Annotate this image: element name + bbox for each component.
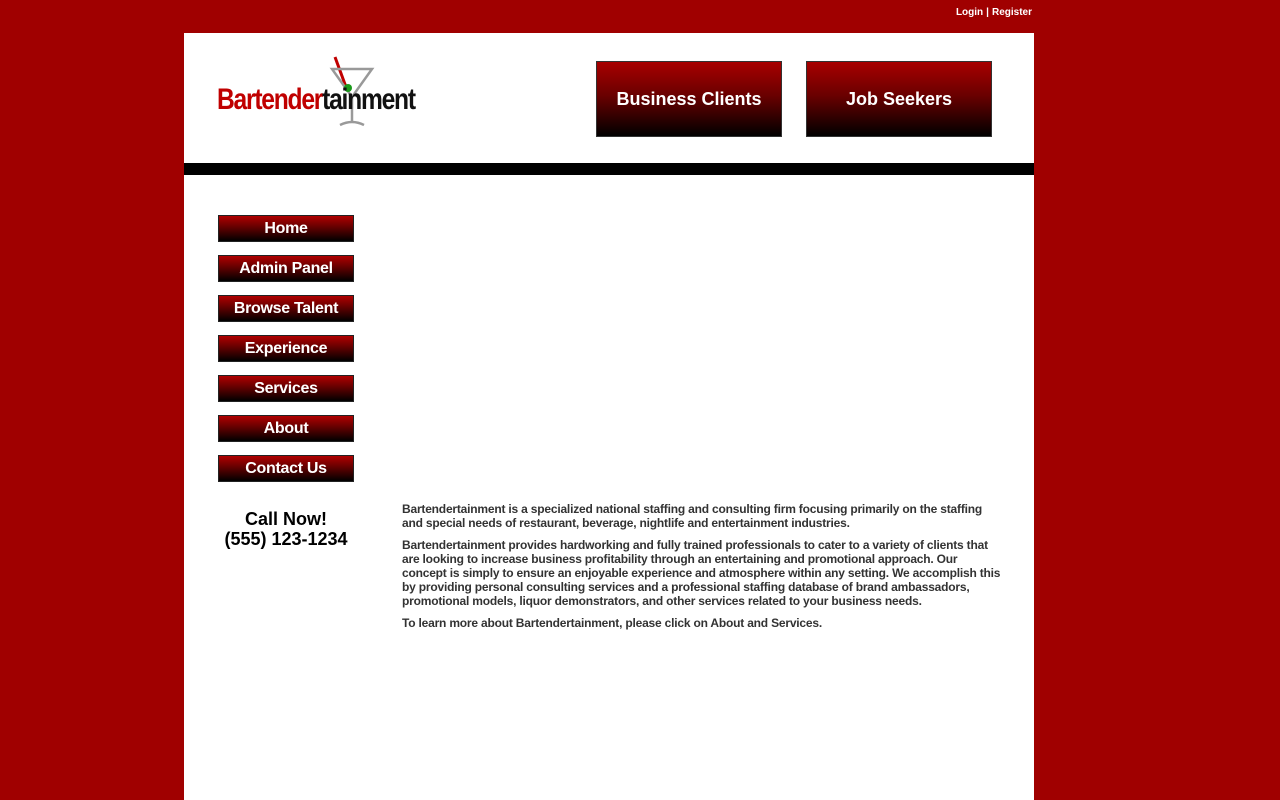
nav-experience[interactable]: Experience (218, 335, 354, 362)
link-separator: | (986, 7, 989, 18)
nav-browse-talent[interactable]: Browse Talent (218, 295, 354, 322)
call-now: Call Now! (555) 123-1234 (218, 509, 354, 549)
nav-contact-us[interactable]: Contact Us (218, 455, 354, 482)
register-link[interactable]: Register (992, 7, 1032, 18)
phone-number: (555) 123-1234 (224, 529, 348, 549)
nav-services[interactable]: Services (218, 375, 354, 402)
job-seekers-button[interactable]: Job Seekers (806, 61, 992, 137)
header-divider (184, 163, 1034, 175)
learn-more-paragraph: To learn more about Bartendertainment, p… (402, 616, 822, 630)
main-content: Bartendertainment is a specialized natio… (402, 502, 1002, 638)
nav-admin-panel[interactable]: Admin Panel (218, 255, 354, 282)
top-links: Login | Register (956, 7, 1032, 18)
header: Bartendertainment Business Clients Job S… (184, 33, 1034, 163)
nav-about[interactable]: About (218, 415, 354, 442)
site-logo[interactable]: Bartendertainment (217, 55, 417, 130)
login-link[interactable]: Login (956, 7, 983, 18)
logo-text: Bartendertainment (217, 83, 416, 116)
call-now-label: Call Now! (244, 509, 327, 529)
intro-paragraph: Bartendertainment is a specialized natio… (402, 502, 983, 530)
description-paragraph: Bartendertainment provides hardworking a… (402, 538, 1001, 608)
business-clients-button[interactable]: Business Clients (596, 61, 782, 137)
nav-home[interactable]: Home (218, 215, 354, 242)
page-container: Bartendertainment Business Clients Job S… (184, 33, 1034, 800)
